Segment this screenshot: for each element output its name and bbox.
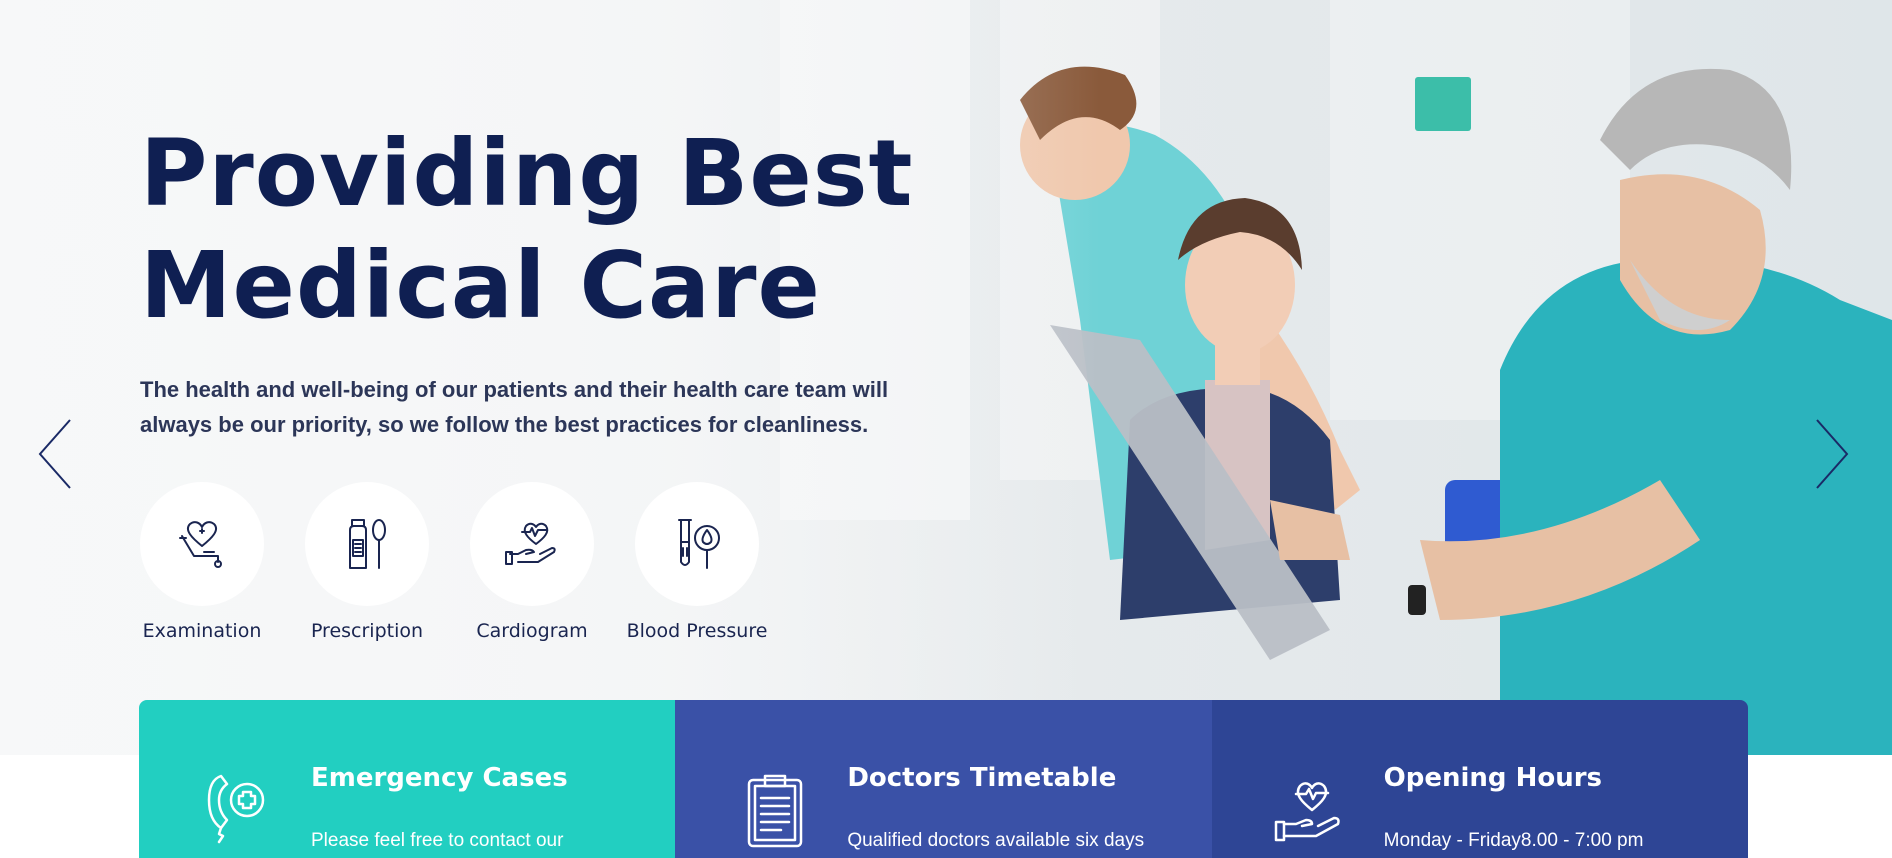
chevron-left-icon[interactable] — [36, 418, 76, 490]
hero-title-line: Providing Best — [140, 120, 914, 227]
info-card-emergency[interactable]: Emergency Cases Please feel free to cont… — [139, 700, 676, 858]
heart-hand-icon — [1274, 782, 1340, 842]
heartbeat-hand-icon — [505, 522, 556, 565]
service-icon-circle — [635, 482, 759, 606]
service-icon-circle — [305, 482, 429, 606]
info-title: Doctors Timetable — [847, 763, 1117, 793]
emergency-phone-icon — [207, 774, 265, 844]
info-text: Qualified doctors available six days — [847, 830, 1145, 851]
service-label: Cardiogram — [476, 620, 588, 642]
hero-title: Providing Best Medical Care — [140, 118, 940, 342]
service-label: Blood Pressure — [626, 620, 768, 642]
info-title: Emergency Cases — [311, 763, 568, 793]
service-list: Examination Prescription Cardiogram Bloo… — [140, 482, 800, 642]
hero-description: The health and well-being of our patient… — [140, 372, 920, 442]
hero-description-line: always be our priority, so we follow the… — [140, 412, 869, 437]
info-text: Please feel free to contact our — [311, 830, 564, 851]
service-label: Prescription — [310, 620, 424, 642]
info-card-timetable[interactable]: Doctors Timetable Qualified doctors avai… — [675, 700, 1212, 858]
info-title: Opening Hours — [1383, 763, 1603, 793]
service-prescription[interactable]: Prescription — [305, 482, 429, 642]
service-label: Examination — [142, 620, 262, 642]
stethoscope-heart-icon — [179, 521, 222, 568]
chevron-right-icon[interactable] — [1811, 418, 1851, 490]
info-card-opening-hours[interactable]: Opening Hours Monday - Friday8.00 - 7:00… — [1211, 700, 1748, 858]
clipboard-icon — [748, 774, 803, 848]
info-cards: Emergency Cases Please feel free to cont… — [139, 700, 1748, 858]
service-examination[interactable]: Examination — [140, 482, 264, 642]
hero-title-line: Medical Care — [140, 232, 821, 339]
test-tube-blood-drop-icon — [678, 519, 720, 569]
hero-slider: Providing Best Medical Care The health a… — [0, 0, 1892, 755]
service-cardiogram[interactable]: Cardiogram — [470, 482, 594, 642]
service-blood-pressure[interactable]: Blood Pressure — [627, 482, 767, 642]
info-text: Monday - Friday8.00 - 7:00 pm — [1383, 830, 1644, 851]
doctor-figure — [1408, 68, 1892, 755]
hero-description-line: The health and well-being of our patient… — [140, 377, 889, 402]
service-icon-circle — [470, 482, 594, 606]
medicine-bottle-spoon-icon — [349, 519, 386, 569]
service-icon-circle — [140, 482, 264, 606]
